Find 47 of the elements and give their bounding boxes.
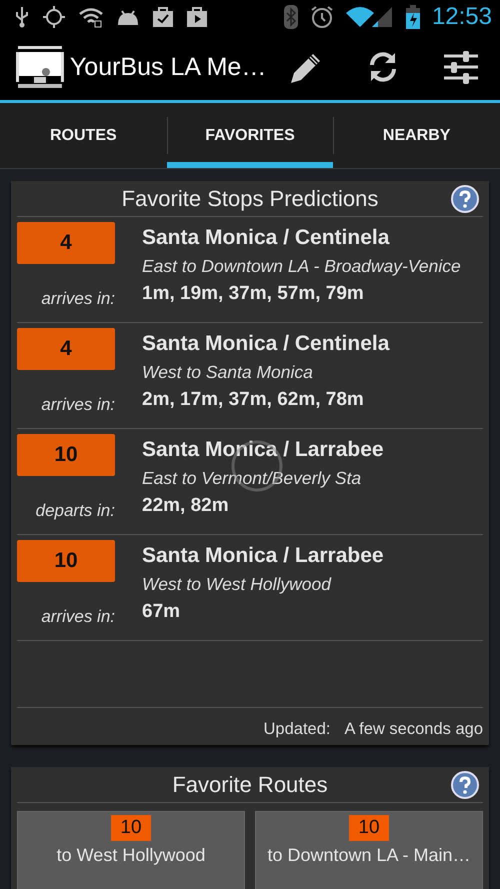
wifi-icon [78,6,104,28]
direction-text: East to Downtown LA - Broadway-Venice [142,256,461,277]
settings-sliders-icon[interactable] [443,50,480,84]
play-store-icon [186,6,208,28]
direction-text: West to Santa Monica [142,362,314,383]
wifi-signal-icon [346,5,394,29]
arrival-times: 22m, 82m [142,495,230,517]
time-label: arrives in: [40,395,115,416]
stop-name: Santa Monica / Larrabee [142,544,384,568]
stop-name: Santa Monica / Centinela [142,332,390,356]
card-title: Favorite Stops Predictions [122,186,378,212]
status-time: 12:53 [432,3,492,31]
help-icon[interactable] [451,185,479,213]
route-destination: to Downtown LA - Main… [267,845,471,866]
direction-text: East to Vermont/Beverly Sta [142,468,362,489]
bluetooth-icon [284,5,298,29]
app-title: YourBus LA Me… [70,52,266,82]
help-icon[interactable] [451,771,479,799]
battery-icon [406,5,420,29]
tab[interactable]: FAVORITES [166,103,334,168]
route-button[interactable]: 10 to Downtown LA - Main… [255,811,483,889]
route-badge: 10 [17,540,115,582]
time-label: arrives in: [40,289,115,310]
route-badge: 10 [17,434,115,476]
route-badge: 10 [349,815,389,841]
route-badge: 4 [17,222,115,264]
route-badge: 4 [17,328,115,370]
tab[interactable]: NEARBY [333,103,500,168]
direction-text: West to West Hollywood [142,574,332,595]
stop-name: Santa Monica / Larrabee [142,438,384,462]
card-title: Favorite Routes [172,772,328,798]
time-label: departs in: [34,501,115,522]
checklist-icon [152,6,174,28]
updated-label: Updated: [264,720,330,739]
time-label: arrives in: [40,607,115,628]
crosshair-icon [42,5,66,29]
stop-name: Santa Monica / Centinela [142,226,390,250]
route-button[interactable]: 10 to West Hollywood [17,811,245,889]
usb-icon [14,6,30,28]
route-badge: 10 [111,815,151,841]
updated-value: A few seconds ago [344,720,483,739]
arrival-times: 1m, 19m, 37m, 57m, 79m [142,283,365,305]
arrival-times: 2m, 17m, 37m, 62m, 78m [142,389,365,411]
arrival-times: 67m [142,601,182,623]
tab[interactable]: ROUTES [0,103,167,168]
alarm-icon [310,5,334,29]
route-destination: to West Hollywood [56,845,206,866]
